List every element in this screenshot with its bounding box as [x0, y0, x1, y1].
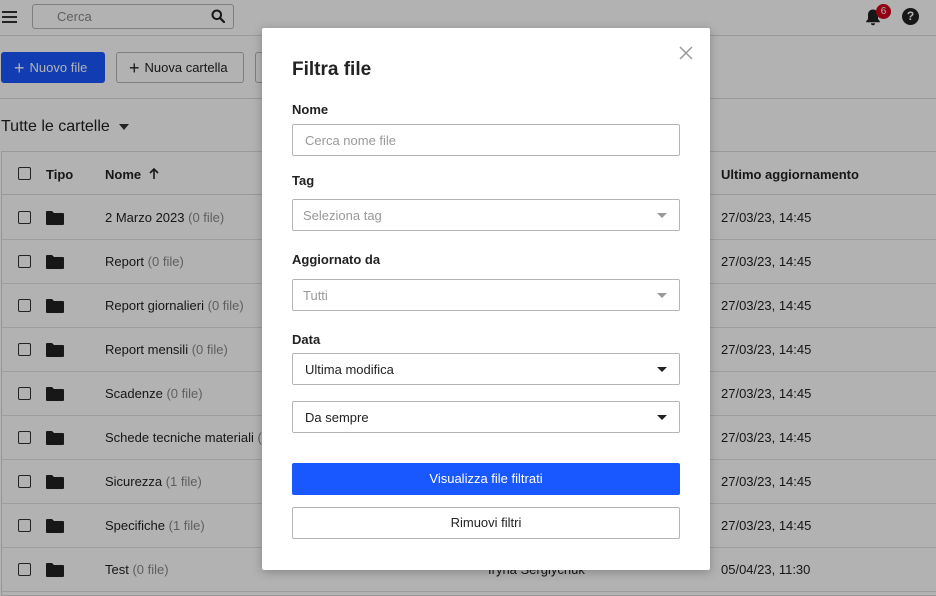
date-type-value: Ultima modifica [305, 362, 394, 377]
date-range-select[interactable]: Da sempre [292, 401, 680, 433]
chevron-down-icon [657, 293, 667, 298]
updated-by-label: Aggiornato da [292, 252, 381, 267]
updated-by-select[interactable]: Tutti [292, 279, 680, 311]
tag-placeholder: Seleziona tag [303, 208, 382, 223]
name-field [292, 124, 680, 156]
caret-down-icon [657, 415, 667, 420]
dialog-title: Filtra file [292, 59, 372, 80]
file-name-input[interactable] [293, 125, 679, 155]
date-type-select[interactable]: Ultima modifica [292, 353, 680, 385]
date-label: Data [292, 332, 321, 347]
apply-filters-button[interactable]: Visualizza file filtrati [292, 463, 680, 495]
filter-files-dialog: Filtra file Nome Tag Seleziona tag Aggio… [262, 28, 710, 570]
caret-down-icon [657, 367, 667, 372]
name-label: Nome [292, 102, 329, 117]
tag-label: Tag [292, 173, 315, 188]
updated-by-value: Tutti [303, 288, 328, 303]
close-icon[interactable] [678, 45, 694, 61]
tag-select[interactable]: Seleziona tag [292, 199, 680, 231]
remove-filters-button[interactable]: Rimuovi filtri [292, 507, 680, 539]
chevron-down-icon [657, 213, 667, 218]
date-range-value: Da sempre [305, 410, 369, 425]
